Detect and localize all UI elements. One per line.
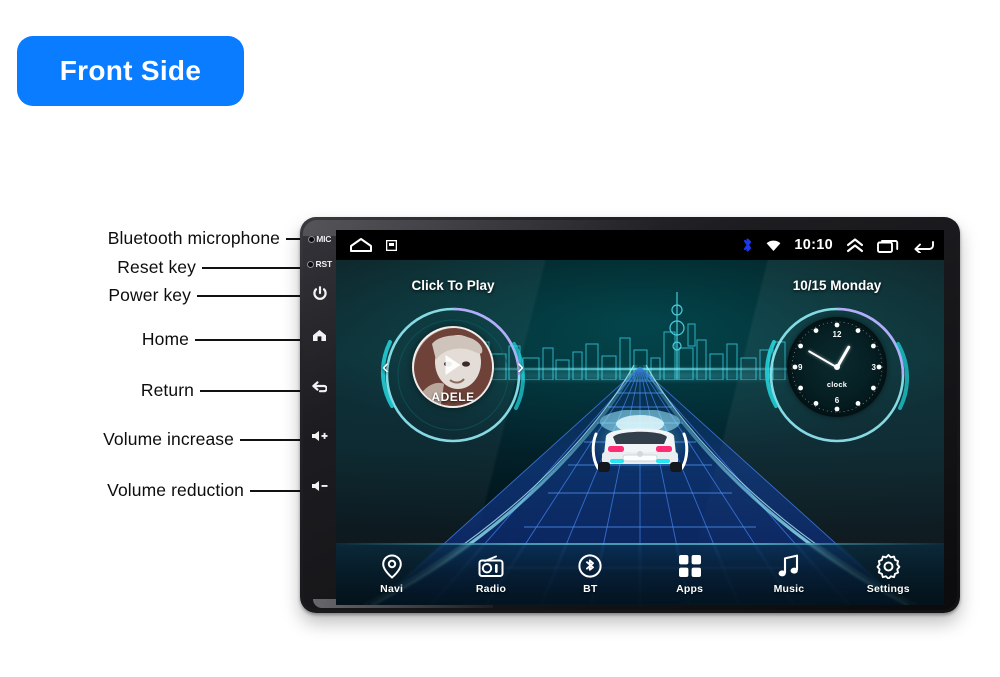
- dock-item-music[interactable]: Music: [746, 553, 832, 595]
- music-widget[interactable]: Click To Play ADELE ‹ ›: [368, 278, 538, 452]
- power-icon: [312, 286, 327, 301]
- bezel-key-volume-down[interactable]: [303, 480, 336, 492]
- bezel-key-label: MIC: [316, 234, 332, 244]
- bezel-key-volume-up[interactable]: [303, 430, 336, 442]
- previous-track-button[interactable]: ‹: [382, 357, 389, 378]
- bezel-key-mic[interactable]: MIC: [303, 234, 336, 244]
- callout-reset-key: Reset key: [117, 257, 300, 278]
- bezel-key-column: MIC RST: [303, 220, 336, 610]
- callout-label: Volume increase: [103, 429, 234, 449]
- dock-item-radio[interactable]: Radio: [448, 553, 534, 595]
- home-screen-wallpaper: Click To Play ADELE ‹ › 10/15 Monday 12 …: [336, 260, 944, 605]
- grid-apps-icon: [678, 553, 702, 579]
- callout-leader-line: [200, 389, 300, 392]
- home-icon[interactable]: [350, 238, 372, 252]
- callout-volume-reduction: Volume reduction: [107, 480, 300, 501]
- bezel-key-label: RST: [315, 259, 333, 269]
- radio-icon: [478, 553, 504, 579]
- album-artist-label: ADELE: [431, 390, 475, 404]
- callout-label: Reset key: [117, 257, 196, 277]
- callout-return: Return: [141, 380, 300, 401]
- status-bar: 10:10: [336, 230, 944, 260]
- page-root: Front Side Bluetooth microphone Reset key…: [0, 0, 1000, 677]
- dock-item-label: Music: [773, 583, 805, 595]
- callout-label: Power key: [108, 285, 191, 305]
- clock-center-pin: [834, 364, 840, 370]
- location-pin-icon: [381, 553, 403, 579]
- dock-item-apps[interactable]: Apps: [647, 553, 733, 595]
- callout-label: Bluetooth microphone: [107, 228, 280, 248]
- dock-item-settings[interactable]: Settings: [845, 553, 931, 595]
- next-track-button[interactable]: ›: [517, 357, 524, 378]
- dock-item-label: Settings: [866, 583, 910, 595]
- clock-number-3: 3: [871, 363, 876, 372]
- clock-widget-date: 10/15 Monday: [792, 278, 882, 293]
- touchscreen[interactable]: 10:10 Click To Play ADELE ‹ › 10/15 Mond…: [336, 230, 944, 605]
- callout-leader-line: [197, 294, 300, 297]
- callout-leader-line: [202, 266, 300, 269]
- return-icon: [312, 380, 327, 394]
- music-note-icon: [778, 553, 800, 579]
- dock-item-navi[interactable]: Navi: [349, 553, 435, 595]
- clock-number-9: 9: [798, 363, 803, 372]
- callout-label: Volume reduction: [107, 480, 244, 500]
- analog-clock-face: 12 3 6 9 clock: [787, 317, 887, 417]
- callout-leader-line: [286, 237, 300, 240]
- volume-up-icon: [311, 430, 328, 442]
- clock-widget[interactable]: 10/15 Monday 12 3 6 9 clock: [752, 278, 922, 452]
- app-window-icon[interactable]: [386, 239, 397, 251]
- volume-down-icon: [311, 480, 328, 492]
- device-bezel: MIC RST 10:10 Click To Play ADELE ‹ › 10…: [303, 220, 957, 610]
- callout-leader-line: [240, 438, 300, 441]
- clock-number-12: 12: [832, 330, 842, 339]
- recent-apps-icon[interactable]: [877, 238, 899, 253]
- bluetooth-icon: [742, 237, 753, 253]
- clock-brand-label: clock: [826, 380, 848, 389]
- bezel-key-home[interactable]: [303, 329, 336, 342]
- callout-volume-increase: Volume increase: [103, 429, 300, 450]
- wifi-icon: [766, 239, 781, 252]
- app-dock: Navi Radio BT Apps Music Settings: [336, 543, 944, 605]
- callout-power-key: Power key: [108, 285, 300, 306]
- home-icon: [312, 329, 327, 342]
- bezel-key-reset[interactable]: RST: [303, 259, 336, 269]
- clock-number-6: 6: [834, 396, 840, 405]
- play-icon[interactable]: [445, 355, 461, 376]
- status-bar-clock: 10:10: [794, 237, 833, 253]
- callout-leader-line: [250, 489, 300, 492]
- bezel-key-return[interactable]: [303, 380, 336, 394]
- bluetooth-circle-icon: [578, 553, 602, 579]
- dock-item-label: BT: [583, 583, 598, 595]
- car-graphic: [591, 410, 689, 472]
- callout-label: Home: [141, 329, 189, 349]
- bezel-key-power[interactable]: [303, 286, 336, 301]
- dock-item-label: Apps: [676, 583, 704, 595]
- gear-icon: [876, 553, 901, 579]
- callout-label: Return: [140, 380, 194, 400]
- callout-home: Home: [142, 329, 300, 350]
- callout-leader-line: [195, 338, 300, 341]
- chevron-up-icon[interactable]: [846, 237, 864, 253]
- dock-item-label: Navi: [380, 583, 404, 595]
- car-stereo-device: MIC RST 10:10 Click To Play ADELE ‹ › 10…: [300, 217, 960, 613]
- front-side-badge: Front Side: [17, 36, 244, 106]
- album-art[interactable]: ADELE: [412, 326, 494, 408]
- dock-item-bt[interactable]: BT: [547, 553, 633, 595]
- mic-hole-icon: [307, 235, 315, 243]
- callout-bluetooth-microphone: Bluetooth microphone: [108, 228, 300, 249]
- dock-item-label: Radio: [475, 583, 507, 595]
- front-side-badge-label: Front Side: [59, 55, 202, 86]
- reset-hole-icon: [307, 260, 315, 268]
- back-icon[interactable]: [912, 238, 934, 253]
- music-widget-title: Click To Play: [411, 278, 495, 293]
